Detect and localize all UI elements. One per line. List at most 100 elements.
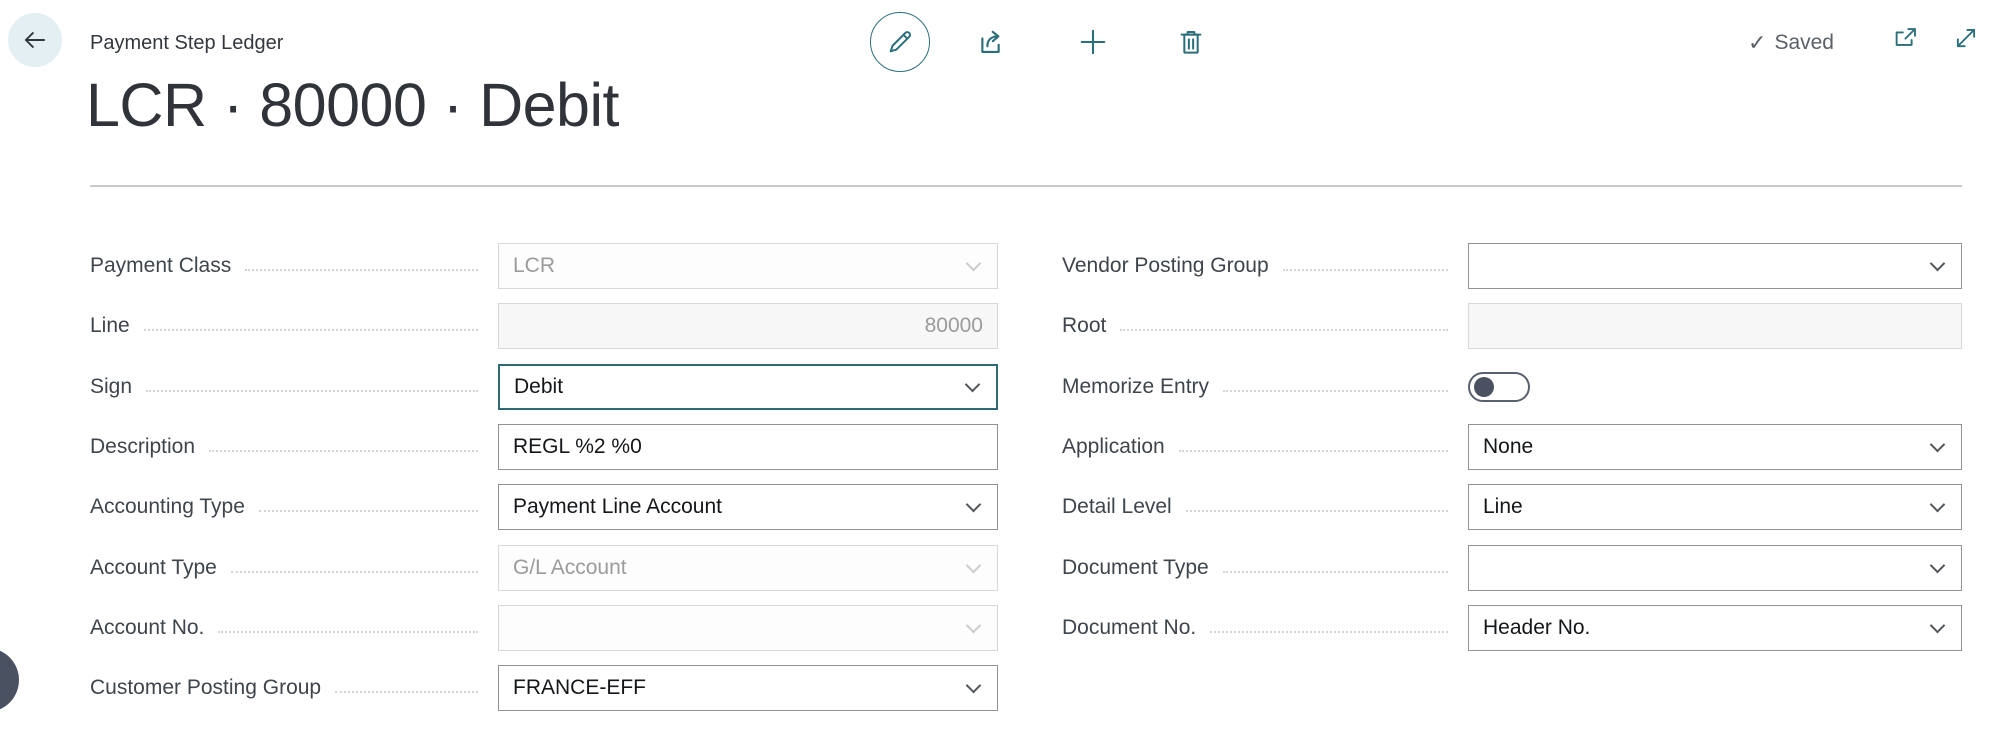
floating-circle-button[interactable]: [0, 648, 19, 712]
field-control-cell: Payment Line Account: [498, 484, 998, 530]
field-label-cell: Vendor Posting Group: [1062, 254, 1468, 278]
field-value: FRANCE-EFF: [499, 676, 997, 700]
dotted-leader: [1120, 329, 1448, 331]
pencil-icon: [884, 26, 916, 58]
back-button[interactable]: [8, 13, 62, 67]
field-control-cell: [1468, 243, 1962, 289]
field-value: None: [1469, 435, 1961, 459]
field-row-line: Line 80000: [90, 296, 998, 356]
trash-icon: [1175, 26, 1207, 58]
field-control-cell: REGL %2 %0: [498, 424, 998, 470]
dropdown-customer-posting-group[interactable]: FRANCE-EFF: [498, 665, 998, 711]
dotted-leader: [335, 691, 478, 693]
chevron-down-icon: [1930, 557, 1946, 573]
field-row-account-type: Account Type G/L Account: [90, 537, 998, 597]
field-value: 80000: [499, 314, 997, 338]
dropdown-detail-level[interactable]: Line: [1468, 484, 1962, 530]
field-label-cell: Description: [90, 435, 498, 459]
field-control-cell: Line: [1468, 484, 1962, 530]
form-column-left: Payment Class LCR Line 80000 Sign Debit Descri…: [90, 236, 998, 718]
field-label-cell: Memorize Entry: [1062, 375, 1468, 399]
field-control-cell: G/L Account: [498, 545, 998, 591]
field-label-description: Description: [90, 435, 195, 459]
dotted-leader: [1283, 269, 1448, 271]
dotted-leader: [144, 329, 478, 331]
field-label-cell: Detail Level: [1062, 495, 1468, 519]
plus-icon: [1075, 24, 1111, 60]
field-row-application: ApplicationNone: [1062, 417, 1962, 477]
save-status: ✓ Saved: [1748, 29, 1834, 57]
expand-icon: [1951, 23, 1981, 53]
field-label-vendor-posting-group: Vendor Posting Group: [1062, 254, 1269, 278]
expand-button[interactable]: [1948, 20, 1984, 56]
field-value: LCR: [499, 254, 997, 278]
field-row-memorize-entry: Memorize Entry: [1062, 357, 1962, 417]
dotted-leader: [1223, 571, 1448, 573]
dropdown-accounting-type[interactable]: Payment Line Account: [498, 484, 998, 530]
field-label-cell: Document Type: [1062, 556, 1468, 580]
field-label-cell: Application: [1062, 435, 1468, 459]
chevron-down-icon: [1930, 256, 1946, 272]
field-value: Line: [1469, 495, 1961, 519]
dropdown-account-type: G/L Account: [498, 545, 998, 591]
new-button[interactable]: [1073, 22, 1113, 62]
open-in-new-window-button[interactable]: [1888, 20, 1924, 56]
dropdown-sign[interactable]: Debit: [498, 364, 998, 410]
field-label-payment-class: Payment Class: [90, 254, 231, 278]
field-row-description: Description REGL %2 %0: [90, 417, 998, 477]
dotted-leader: [1223, 390, 1448, 392]
record-title: LCR · 80000 · Debit: [86, 70, 619, 140]
dropdown-application[interactable]: None: [1468, 424, 1962, 470]
field-control-cell: [1468, 372, 1962, 402]
field-row-payment-class: Payment Class LCR: [90, 236, 998, 296]
dropdown-payment-class: LCR: [498, 243, 998, 289]
edit-button[interactable]: [870, 12, 930, 72]
field-row-vendor-posting-group: Vendor Posting Group: [1062, 236, 1962, 296]
dotted-leader: [218, 631, 478, 633]
share-icon: [976, 25, 1010, 59]
field-value: Payment Line Account: [499, 495, 997, 519]
field-label-cell: Root: [1062, 314, 1468, 338]
field-value: REGL %2 %0: [499, 435, 997, 459]
field-control-cell: [1468, 545, 1962, 591]
field-control-cell: LCR: [498, 243, 998, 289]
share-button[interactable]: [973, 22, 1013, 62]
field-control-cell: FRANCE-EFF: [498, 665, 998, 711]
field-label-cell: Account Type: [90, 556, 498, 580]
field-label-root: Root: [1062, 314, 1106, 338]
dotted-leader: [259, 510, 478, 512]
dotted-leader: [1186, 510, 1448, 512]
input-description[interactable]: REGL %2 %0: [498, 424, 998, 470]
delete-button[interactable]: [1171, 22, 1211, 62]
field-label-document-type: Document Type: [1062, 556, 1209, 580]
field-label-sign: Sign: [90, 375, 132, 399]
field-row-account-no: Account No.: [90, 598, 998, 658]
input-line: 80000: [498, 303, 998, 349]
dropdown-vendor-posting-group[interactable]: [1468, 243, 1962, 289]
field-control-cell: Header No.: [1468, 605, 1962, 651]
field-label-accounting-type: Accounting Type: [90, 495, 245, 519]
field-control-cell: None: [1468, 424, 1962, 470]
field-row-customer-posting-group: Customer Posting Group FRANCE-EFF: [90, 658, 998, 718]
dropdown-document-no[interactable]: Header No.: [1468, 605, 1962, 651]
field-label-account-no: Account No.: [90, 616, 204, 640]
field-value: G/L Account: [499, 556, 997, 580]
dotted-leader: [1210, 631, 1448, 633]
field-label-line: Line: [90, 314, 130, 338]
field-value: Debit: [500, 375, 996, 399]
check-icon: ✓: [1748, 32, 1766, 54]
dotted-leader: [1179, 450, 1448, 452]
dotted-leader: [209, 450, 478, 452]
field-label-memorize-entry: Memorize Entry: [1062, 375, 1209, 399]
field-label-account-type: Account Type: [90, 556, 217, 580]
field-row-root: Root: [1062, 296, 1962, 356]
field-label-cell: Line: [90, 314, 498, 338]
dropdown-document-type[interactable]: [1468, 545, 1962, 591]
field-control-cell: Debit: [498, 364, 998, 410]
toggle-knob: [1474, 377, 1494, 397]
field-label-cell: Document No.: [1062, 616, 1468, 640]
field-label-detail-level: Detail Level: [1062, 495, 1172, 519]
field-label-customer-posting-group: Customer Posting Group: [90, 676, 321, 700]
toggle-memorize-entry[interactable]: [1468, 372, 1530, 402]
title-divider: [90, 185, 1962, 187]
